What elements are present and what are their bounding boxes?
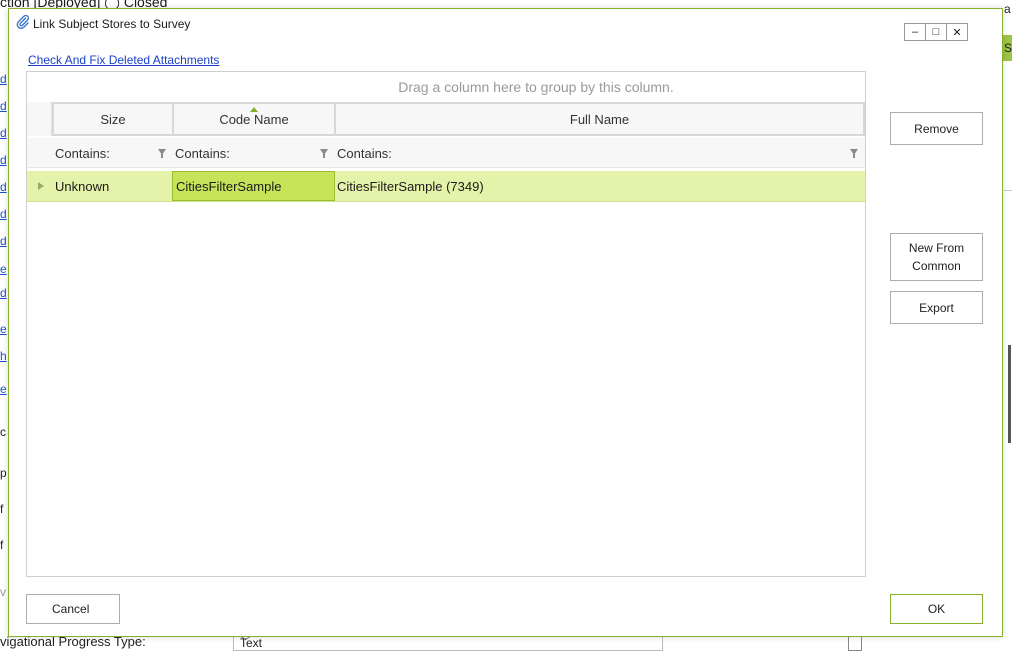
background-link[interactable]: d (0, 72, 7, 86)
background-link[interactable]: h (0, 349, 7, 363)
paperclip-icon (16, 15, 30, 29)
cell-size[interactable]: Unknown (52, 171, 172, 201)
filter-icon[interactable] (850, 149, 858, 158)
maximize-icon: □ (932, 26, 940, 38)
close-button[interactable]: ✕ (946, 23, 968, 41)
filter-icon[interactable] (320, 149, 328, 158)
background-link[interactable]: d (0, 126, 7, 140)
filter-label: Contains: (337, 145, 392, 161)
background-link[interactable]: e (0, 322, 7, 336)
background-link[interactable]: d (0, 207, 7, 221)
filter-row: Contains: Contains: Contains: (27, 138, 865, 168)
background-scrollbar (1008, 345, 1011, 443)
background-right-panel (1003, 0, 1012, 651)
cell-full-name[interactable]: CitiesFilterSample (7349) (334, 171, 865, 201)
background-text: f (0, 538, 4, 552)
background-link[interactable]: d (0, 286, 7, 300)
background-link[interactable]: d (0, 180, 7, 194)
background-right-tab-label: S (1004, 41, 1012, 55)
stores-grid: Drag a column here to group by this colu… (26, 71, 866, 577)
filter-cell-code-name[interactable]: Contains: (172, 138, 334, 168)
column-header-full-name[interactable]: Full Name (334, 102, 865, 136)
dialog-title: Link Subject Stores to Survey (33, 17, 191, 31)
background-text: c (0, 425, 6, 439)
row-indicator-header (27, 102, 52, 136)
background-top-strip: ction [Deployed] ◯ Closed (0, 0, 1012, 10)
window-controls: – □ ✕ (904, 23, 968, 41)
column-header-code-name[interactable]: Code Name (172, 102, 336, 136)
export-button[interactable]: Export (890, 291, 983, 324)
background-right-text: a (1004, 2, 1011, 16)
background-divider (1004, 190, 1012, 191)
cancel-button[interactable]: Cancel (26, 594, 120, 624)
column-header-label: Size (100, 111, 126, 127)
check-fix-attachments-link[interactable]: Check And Fix Deleted Attachments (28, 53, 219, 67)
row-expand-icon[interactable] (38, 182, 44, 190)
remove-button[interactable]: Remove (890, 112, 983, 145)
minimize-icon: – (911, 26, 919, 38)
background-right-tab: S (1003, 35, 1012, 61)
column-header-label: Full Name (569, 111, 630, 127)
background-link[interactable]: e (0, 382, 7, 396)
filter-cell-size[interactable]: Contains: (52, 138, 172, 168)
group-by-panel[interactable]: Drag a column here to group by this colu… (27, 72, 865, 102)
background-link[interactable]: d (0, 99, 7, 113)
new-from-common-button[interactable]: New From Common (890, 233, 983, 281)
background-text: p (0, 466, 7, 480)
grid-header-row: Size Code Name Full Name (27, 102, 865, 136)
filter-label: Contains: (55, 145, 110, 161)
background-text: f (0, 502, 4, 516)
column-header-label: Code Name (219, 111, 289, 127)
filter-icon[interactable] (158, 149, 166, 158)
close-icon: ✕ (952, 26, 962, 39)
filter-label: Contains: (175, 145, 230, 161)
filter-cell-full-name[interactable]: Contains: (334, 138, 865, 168)
background-link[interactable]: e (0, 262, 7, 276)
column-header-size[interactable]: Size (52, 102, 174, 136)
link-stores-dialog: Link Subject Stores to Survey – □ ✕ Chec… (8, 8, 1003, 637)
ok-button[interactable]: OK (890, 594, 983, 624)
table-row[interactable]: Unknown CitiesFilterSample CitiesFilterS… (27, 171, 865, 202)
maximize-button[interactable]: □ (925, 23, 947, 41)
background-link[interactable]: d (0, 234, 7, 248)
background-link[interactable]: d (0, 153, 7, 167)
sort-ascending-icon (250, 107, 258, 112)
background-text: v (0, 585, 6, 599)
minimize-button[interactable]: – (904, 23, 926, 41)
cell-code-name[interactable]: CitiesFilterSample (172, 171, 335, 201)
